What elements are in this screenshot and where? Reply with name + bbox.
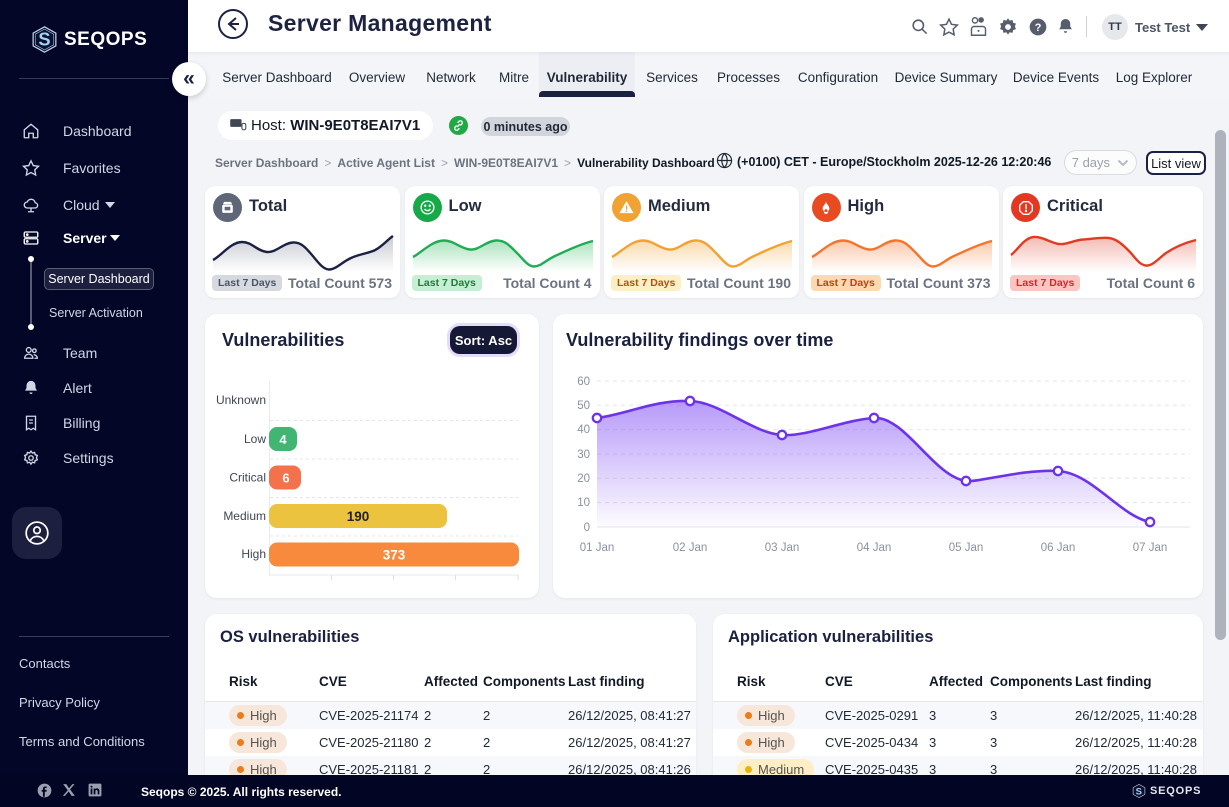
svg-text:60: 60 bbox=[577, 376, 590, 388]
svg-text:4: 4 bbox=[279, 432, 287, 447]
svg-text:373: 373 bbox=[383, 548, 406, 563]
svg-text:190: 190 bbox=[347, 509, 370, 524]
svg-text:S: S bbox=[38, 29, 50, 50]
svg-text:07 Jan: 07 Jan bbox=[1133, 542, 1168, 554]
svg-text:03 Jan: 03 Jan bbox=[765, 542, 800, 554]
svg-text:Unknown: Unknown bbox=[216, 393, 266, 407]
svg-text:04 Jan: 04 Jan bbox=[857, 542, 892, 554]
svg-text:S: S bbox=[1136, 786, 1143, 797]
svg-text:10: 10 bbox=[577, 497, 590, 509]
svg-text:06 Jan: 06 Jan bbox=[1041, 542, 1076, 554]
svg-text:?: ? bbox=[1035, 22, 1042, 34]
svg-text:Critical: Critical bbox=[229, 471, 266, 485]
svg-text:6: 6 bbox=[282, 471, 289, 486]
svg-text:30: 30 bbox=[577, 449, 590, 461]
svg-text:50: 50 bbox=[577, 400, 590, 412]
svg-text:05 Jan: 05 Jan bbox=[949, 542, 984, 554]
svg-text:0: 0 bbox=[584, 522, 590, 534]
svg-text:20: 20 bbox=[577, 473, 590, 485]
svg-text:Medium: Medium bbox=[223, 509, 266, 523]
svg-text:01 Jan: 01 Jan bbox=[580, 542, 615, 554]
svg-text:40: 40 bbox=[577, 424, 590, 436]
svg-text:High: High bbox=[241, 547, 266, 561]
svg-text:Low: Low bbox=[244, 432, 266, 446]
svg-text:02 Jan: 02 Jan bbox=[673, 542, 708, 554]
